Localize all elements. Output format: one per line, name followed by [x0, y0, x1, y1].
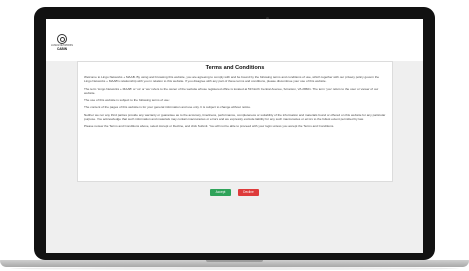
terms-paragraph: The content of the pages of this website…	[84, 105, 251, 110]
site-header: LUNGS NETWORKS CABIN	[46, 19, 423, 61]
terms-paragraph: Neither we nor any third parties provide…	[84, 112, 386, 122]
terms-paragraph: Welcome to Lingo Networks + MAAB. By usi…	[84, 75, 380, 84]
decline-button[interactable]: Decline	[238, 189, 259, 196]
ring-logo-icon	[57, 34, 67, 44]
terms-paragraph: The use of this website is subject to th…	[84, 98, 170, 103]
terms-paragraph: The term 'Lingo Networks + MAAB' or 'us'…	[84, 86, 379, 95]
terms-card: Terms and Conditions Welcome to Lingo Ne…	[77, 61, 393, 182]
logo-subtitle: CABIN	[56, 47, 68, 51]
terms-title: Terms and Conditions	[205, 65, 265, 71]
laptop-base	[0, 260, 469, 267]
terms-actions: Accept Decline	[46, 189, 423, 197]
laptop-shadow	[10, 267, 459, 270]
brand-logo[interactable]: LUNGS NETWORKS CABIN	[50, 34, 74, 56]
laptop-notch	[206, 260, 263, 262]
terms-paragraph: Please review the Terms and Conditions a…	[84, 124, 335, 129]
accept-button[interactable]: Accept	[210, 189, 231, 196]
browser-screen: LUNGS NETWORKS CABIN Terms and Condition…	[46, 19, 423, 253]
